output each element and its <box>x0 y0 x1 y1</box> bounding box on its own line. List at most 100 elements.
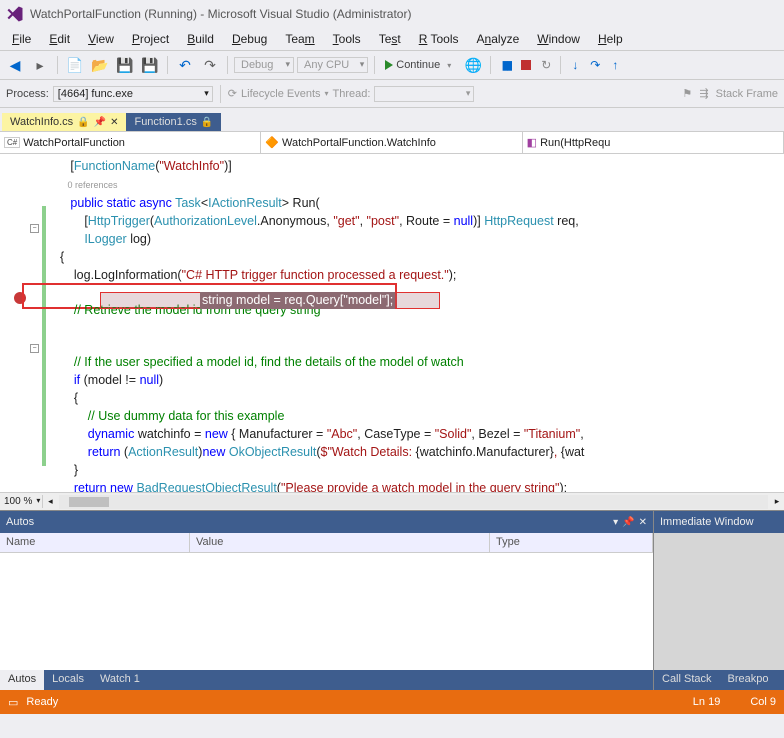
lifecycle-icon[interactable]: ⟳ <box>228 87 237 100</box>
process-label: Process: <box>6 88 49 100</box>
lock-icon: 🔒 <box>201 117 213 128</box>
code-nav-bar: C#WatchPortalFunction 🔶WatchPortalFuncti… <box>0 132 784 154</box>
menu-window[interactable]: Window <box>529 30 588 48</box>
class-icon: 🔶 <box>265 136 279 149</box>
redo-icon[interactable]: ↷ <box>199 54 221 76</box>
menu-view[interactable]: View <box>80 30 122 48</box>
threads-icon[interactable]: ⇶ <box>699 88 708 100</box>
process-toolbar: Process: [4664] func.exe ⟳ Lifecycle Eve… <box>0 80 784 108</box>
menu-debug[interactable]: Debug <box>224 30 275 48</box>
menu-bar: File Edit View Project Build Debug Team … <box>0 28 784 50</box>
menu-rtools[interactable]: R Tools <box>411 30 467 48</box>
status-bar: ▭ Ready Ln 19 Col 9 <box>0 690 784 714</box>
editor-gutter[interactable]: − − <box>0 154 50 492</box>
pause-icon[interactable]: ▮▮ <box>497 56 515 74</box>
zoom-dropdown[interactable]: 100 % <box>0 495 43 508</box>
immediate-tabs: Call Stack Breakpo <box>654 670 784 690</box>
pin-icon[interactable]: 📌 <box>94 117 106 128</box>
autos-header: Autos ▾📌✕ <box>0 511 653 533</box>
code-editor[interactable]: − − [FunctionName("WatchInfo")] 0 refere… <box>0 154 784 492</box>
dropdown-icon[interactable]: ▾ <box>613 517 618 528</box>
restart-icon[interactable]: ↻ <box>537 56 555 74</box>
scroll-right-icon[interactable]: ▸ <box>770 496 784 507</box>
nav-fwd-button[interactable]: ▸ <box>29 54 51 76</box>
lock-icon: 🔒 <box>77 117 89 128</box>
tab-breakpoints[interactable]: Breakpo <box>720 670 777 690</box>
scroll-left-icon[interactable]: ◂ <box>43 496 57 507</box>
immediate-body[interactable] <box>654 533 784 670</box>
nav-class[interactable]: 🔶WatchPortalFunction.WatchInfo <box>261 132 522 153</box>
undo-icon[interactable]: ↶ <box>174 54 196 76</box>
menu-help[interactable]: Help <box>590 30 631 48</box>
nav-project[interactable]: C#WatchPortalFunction <box>0 132 261 153</box>
close-icon[interactable]: ✕ <box>639 517 647 528</box>
save-all-icon[interactable]: 💾 <box>139 54 161 76</box>
change-indicator <box>42 206 46 466</box>
file-tabs: WatchInfo.cs 🔒 📌 ✕ Function1.cs 🔒 <box>0 108 784 132</box>
bottom-panels: Autos ▾ 📌 ✕ Name Value Type Autos Locals W… <box>0 510 784 690</box>
step-over-icon[interactable]: ↷ <box>586 56 604 74</box>
code-content[interactable]: [FunctionName("WatchInfo")] 0 references… <box>50 154 784 492</box>
status-col: Col 9 <box>750 696 776 708</box>
tab-locals[interactable]: Locals <box>44 670 92 690</box>
continue-button[interactable]: Continue <box>381 58 459 72</box>
pin-icon[interactable]: 📌 <box>622 517 634 528</box>
tab-watchinfo[interactable]: WatchInfo.cs 🔒 📌 ✕ <box>2 113 126 131</box>
menu-build[interactable]: Build <box>179 30 222 48</box>
title-bar: WatchPortalFunction (Running) - Microsof… <box>0 0 784 28</box>
lifecycle-label[interactable]: Lifecycle Events <box>241 88 320 100</box>
menu-project[interactable]: Project <box>124 30 177 48</box>
editor-footer: 100 % ◂ ▸ <box>0 492 784 510</box>
col-type[interactable]: Type <box>490 533 653 552</box>
current-line-highlight: string model = req.Query["model"]; <box>100 292 440 309</box>
autos-grid[interactable] <box>0 553 653 670</box>
vs-logo-icon <box>6 5 24 23</box>
flag-icon[interactable]: ⚑ <box>682 88 692 100</box>
config-dropdown[interactable]: Debug <box>234 57 294 73</box>
thread-label: Thread: <box>333 88 371 100</box>
menu-tools[interactable]: Tools <box>325 30 369 48</box>
tab-autos[interactable]: Autos <box>0 670 44 690</box>
open-file-icon[interactable]: 📂 <box>89 54 111 76</box>
new-file-icon[interactable]: 📄 <box>64 54 86 76</box>
process-dropdown[interactable]: [4664] func.exe <box>53 86 213 102</box>
fold-icon[interactable]: − <box>30 344 39 353</box>
stackframe-label[interactable]: Stack Frame <box>716 88 778 100</box>
scrollbar-thumb[interactable] <box>69 497 109 507</box>
col-value[interactable]: Value <box>190 533 490 552</box>
status-icon: ▭ <box>8 696 18 709</box>
autos-panel: Autos ▾ 📌 ✕ Name Value Type Autos Locals W… <box>0 511 654 690</box>
step-into-icon[interactable]: ↓ <box>566 56 584 74</box>
autos-tabs: Autos Locals Watch 1 <box>0 670 653 690</box>
fold-icon[interactable]: − <box>30 224 39 233</box>
menu-edit[interactable]: Edit <box>41 30 78 48</box>
nav-back-button[interactable]: ◀ <box>4 54 26 76</box>
col-name[interactable]: Name <box>0 533 190 552</box>
menu-team[interactable]: Team <box>277 30 322 48</box>
immediate-header: Immediate Window <box>654 511 784 533</box>
step-out-icon[interactable]: ↑ <box>606 56 624 74</box>
tab-function1[interactable]: Function1.cs 🔒 <box>126 113 221 131</box>
thread-dropdown[interactable] <box>374 86 474 102</box>
main-toolbar: ◀ ▸ 📄 📂 💾 💾 ↶ ↷ Debug Any CPU Continue 🌐… <box>0 50 784 80</box>
debug-controls: ▮▮ ↻ ↓ ↷ ↑ <box>497 56 624 74</box>
window-title: WatchPortalFunction (Running) - Microsof… <box>30 7 411 21</box>
tab-callstack[interactable]: Call Stack <box>654 670 720 690</box>
menu-file[interactable]: File <box>4 30 39 48</box>
save-icon[interactable]: 💾 <box>114 54 136 76</box>
close-icon[interactable]: ✕ <box>110 117 118 128</box>
platform-dropdown[interactable]: Any CPU <box>297 57 368 73</box>
autos-columns: Name Value Type <box>0 533 653 553</box>
method-icon: ◧ <box>527 136 537 149</box>
stop-icon[interactable] <box>517 56 535 74</box>
horizontal-scrollbar[interactable] <box>59 495 768 509</box>
nav-method[interactable]: ◧Run(HttpRequ <box>523 132 784 153</box>
browser-icon[interactable]: 🌐 <box>462 54 484 76</box>
play-icon <box>385 60 393 70</box>
status-ready: Ready <box>26 696 58 708</box>
immediate-panel: Immediate Window Call Stack Breakpo <box>654 511 784 690</box>
status-line: Ln 19 <box>693 696 721 708</box>
menu-analyze[interactable]: Analyze <box>469 30 528 48</box>
menu-test[interactable]: Test <box>371 30 409 48</box>
tab-watch1[interactable]: Watch 1 <box>92 670 148 690</box>
